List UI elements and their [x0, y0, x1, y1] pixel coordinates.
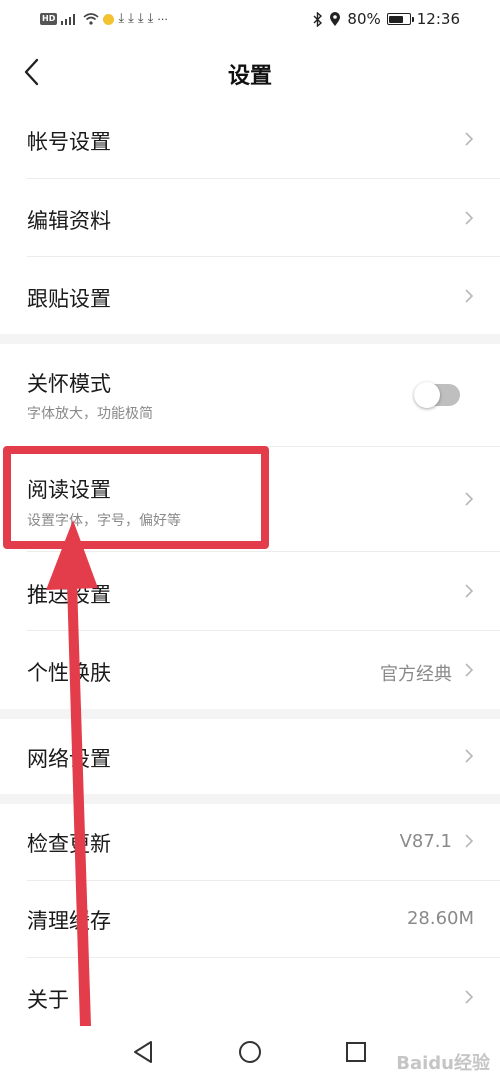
system-nav-bar: Baidu经验	[0, 1023, 500, 1083]
nav-home-icon[interactable]	[238, 1040, 262, 1064]
nav-recents-icon[interactable]	[345, 1041, 367, 1063]
annotation-arrow	[46, 520, 98, 1026]
annotation-arrow-shaft	[67, 582, 91, 1026]
watermark: Baidu经验	[396, 1053, 490, 1074]
annotation-arrow-head	[46, 520, 98, 590]
nav-back-icon[interactable]	[132, 1040, 154, 1064]
